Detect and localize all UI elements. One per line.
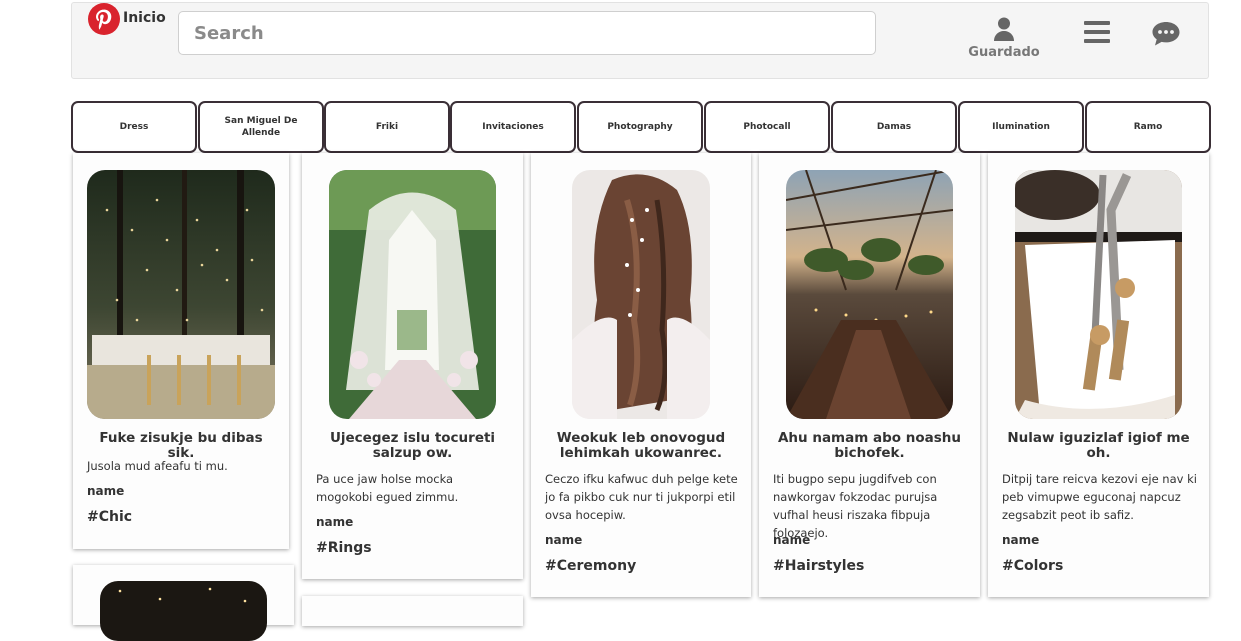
category-dress[interactable]: Dress [71, 101, 197, 153]
pin-hashtag[interactable]: #Rings [316, 540, 372, 556]
chat-icon [1152, 22, 1180, 46]
pin-author-name: name [1002, 533, 1040, 547]
pinterest-logo-icon[interactable] [88, 3, 120, 35]
pin-title: Weokuk leb onovogud lehimkah ukowanrec. [556, 430, 726, 461]
category-friki[interactable]: Friki [324, 101, 450, 153]
user-icon [994, 17, 1014, 41]
menu-button[interactable] [1084, 21, 1110, 47]
pin-description: Ceczo ifku kafwuc duh pelge kete jo fa p… [545, 472, 738, 522]
pin-hashtag[interactable]: #Colors [1002, 558, 1063, 574]
pin-image[interactable] [87, 170, 275, 419]
pin-hashtag[interactable]: #Hairstyles [773, 558, 864, 574]
category-damas[interactable]: Damas [831, 101, 957, 153]
pin-description: Ditpij tare reicva kezovi eje nav ki peb… [1002, 472, 1197, 522]
pin-author-name: name [316, 515, 354, 529]
pin-hashtag[interactable]: #Chic [87, 509, 132, 525]
pin-title: Ujecegez islu tocureti salzup ow. [329, 430, 496, 461]
pin-image[interactable] [572, 170, 710, 419]
pin-hashtag[interactable]: #Ceremony [545, 558, 636, 574]
pin-card[interactable] [73, 565, 294, 641]
category-photocall[interactable]: Photocall [704, 101, 830, 153]
pin-card[interactable]: Ahu namam abo noashu bichofek. Iti bugpo… [759, 153, 980, 597]
pin-description: Jusola mud afeafu ti mu. [87, 459, 228, 473]
pin-card[interactable]: Ujecegez islu tocureti salzup ow. Pa uce… [302, 153, 523, 579]
pin-image[interactable] [786, 170, 953, 419]
category-ilumination[interactable]: Ilumination [958, 101, 1084, 153]
hamburger-menu-icon [1084, 21, 1110, 43]
category-ramo[interactable]: Ramo [1085, 101, 1211, 153]
saved-label: Guardado [968, 45, 1040, 60]
category-san-miguel-de-allende[interactable]: San Miguel De Allende [198, 101, 324, 153]
top-header: Inicio Guardado [71, 2, 1209, 79]
chat-button[interactable] [1151, 21, 1181, 51]
pin-card[interactable]: Nulaw iguzizlaf igiof me oh. Ditpij tare… [988, 153, 1209, 597]
pin-card[interactable]: Fuke zisukje bu dibas sik. Jusola mud af… [73, 153, 289, 549]
pin-title: Ahu namam abo noashu bichofek. [777, 430, 962, 461]
pin-description: Pa uce jaw holse mocka mogokobi egued zi… [316, 472, 459, 504]
pin-author-name: name [87, 484, 125, 498]
pin-description: Iti bugpo sepu jugdifveb con nawkorgav f… [773, 472, 938, 540]
saved-button[interactable]: Guardado [968, 17, 1040, 60]
pin-image[interactable] [1015, 170, 1182, 419]
pin-title: Nulaw iguzizlaf igiof me oh. [1007, 430, 1190, 461]
pin-image[interactable] [100, 581, 267, 641]
home-link[interactable]: Inicio [123, 10, 166, 26]
pin-image[interactable] [329, 170, 496, 419]
search-input[interactable] [178, 11, 876, 55]
pin-card[interactable]: Weokuk leb onovogud lehimkah ukowanrec. … [531, 153, 751, 597]
pin-card[interactable] [302, 596, 523, 626]
category-invitaciones[interactable]: Invitaciones [450, 101, 576, 153]
pin-author-name: name [773, 533, 811, 547]
pin-author-name: name [545, 533, 583, 547]
category-photography[interactable]: Photography [577, 101, 703, 153]
